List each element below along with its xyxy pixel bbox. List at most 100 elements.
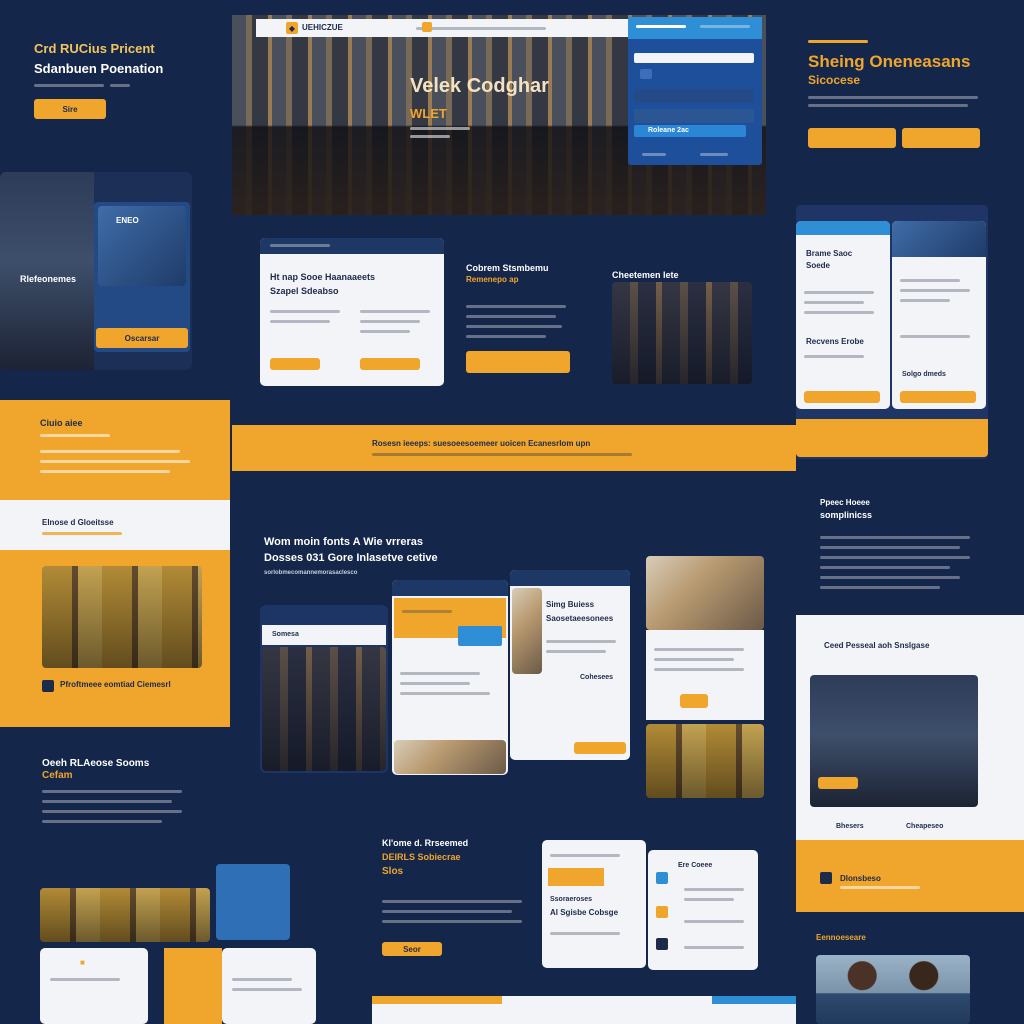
right-mid-heading-2: somplinicss — [820, 510, 873, 520]
bottom-center-heading-2: DEIRLS Sobiecrae — [382, 852, 461, 862]
orange-banner-text: Rosesn ieeeps: suesoeesoemeer uoicen Eca… — [372, 439, 591, 448]
center-card-2-button[interactable] — [466, 351, 570, 373]
center-card-3-heading: Cheetemen lete — [612, 270, 679, 280]
left-orange-heading: Ciuio aiee — [40, 418, 83, 428]
center-card-1-button-1[interactable] — [270, 358, 320, 370]
left-orange-strip: Elnose d Gloeitsse — [0, 500, 230, 550]
bottom-device-card-2 — [222, 948, 316, 1024]
bottom-center-card-title: Ssoraeroses — [550, 896, 593, 903]
right-white-caption-1: Bhesers — [836, 823, 864, 830]
truck-image — [0, 172, 94, 370]
center-mid-headline-2: Dosses 031 Gore Inlasetve cetive — [264, 552, 438, 564]
right-orange-strip-text: Dlonsbeso — [840, 874, 881, 883]
form-field-3[interactable] — [634, 89, 754, 103]
device-card-4-image-2 — [646, 724, 764, 798]
bottom-left-heading: Oeeh RLAeose Sooms — [42, 758, 150, 769]
device-card-4-image — [646, 556, 764, 630]
hero-nav-brand: UEHICZUE — [302, 23, 343, 32]
bottom-center-card-2: Ere Coeee — [648, 850, 758, 970]
left-mobile-label: Rlefeonemes — [20, 274, 77, 284]
right-orange-strip: Dlonsbeso — [796, 840, 1024, 912]
bottom-center-card-1: Ssoraeroses Al Sgisbe Cobsge — [542, 840, 646, 968]
hero-section: ◆ UEHICZUE Velek Codghar WLET Roleane 2a… — [232, 15, 766, 215]
left-orange-section: Ciuio aiee Elnose d Gloeitsse Pfroftmeee… — [0, 400, 230, 727]
top-left-section: Crd RUCius Pricent Sdanbuen Poenation Si… — [0, 0, 228, 150]
hero-subline: WLET — [410, 106, 447, 121]
center-card-1: Ht nap Sooe Haanaaeets Szapel Sdeabso — [260, 238, 444, 386]
form-field-4[interactable] — [634, 109, 754, 123]
top-left-button[interactable]: Sire — [34, 99, 106, 119]
bottom-center-card-sub: Al Sgisbe Cobsge — [550, 908, 619, 917]
orange-banner: Rosesn ieeeps: suesoeesoemeer uoicen Eca… — [232, 425, 796, 471]
nav-icon[interactable] — [422, 22, 432, 32]
top-right-section: Sheing Oneneasans Sicocese — [796, 30, 1024, 150]
center-card-1-button-2[interactable] — [360, 358, 420, 370]
device-card-3: Simg Buiess Saosetaeesonees Cohesees — [510, 570, 630, 760]
bottom-left-devices: ■ — [40, 860, 320, 1024]
device-card-1: Somesa — [260, 605, 388, 773]
right-cards-section: Brame Saoc Soede Recvens Erobe Solgo dme… — [796, 205, 988, 459]
right-white-caption-2: Cheapeseo — [906, 823, 944, 830]
bottom-device-image — [40, 888, 210, 942]
people-image — [816, 955, 970, 1024]
center-mid-caption: sorlobmecomannemorasaclesco — [264, 570, 358, 576]
right-card-1-heading: Brame Saoc — [806, 249, 853, 258]
center-card-3: Cheetemen lete — [608, 262, 752, 384]
bottom-center-button[interactable]: Seor — [382, 942, 442, 956]
caption-icon — [42, 680, 54, 692]
mobile-device: ENEO Oscarsar — [94, 202, 190, 352]
hero-headline: Velek Codghar — [410, 75, 549, 97]
right-mid-section: Ppeec Hoeee somplinicss — [796, 490, 1024, 610]
center-card-2-heading: Cobrem Stsmbemu — [466, 263, 549, 273]
device-card-3-button[interactable] — [574, 742, 626, 754]
right-card-1-sub: Recvens Erobe — [806, 337, 864, 346]
bottom-left-heading-2: Cefam — [42, 770, 73, 781]
right-card-2-link[interactable]: Solgo dmeds — [902, 371, 946, 379]
center-card-3-image — [612, 282, 752, 384]
center-card-1-sub: Szapel Sdeabso — [270, 286, 339, 296]
top-right-title: Sheing Oneneasans — [808, 52, 971, 71]
top-right-subtitle: Sicocese — [808, 73, 861, 87]
device-card-2-button[interactable] — [458, 626, 502, 646]
right-card-2-button[interactable] — [900, 391, 976, 403]
left-orange-strip-text: Elnose d Gloeitsse — [42, 518, 114, 527]
logo-icon: ◆ — [286, 22, 298, 34]
device-card-1-image — [262, 647, 386, 771]
center-card-1-heading: Ht nap Sooe Haanaaeets — [270, 272, 376, 282]
strip-icon — [820, 872, 832, 884]
right-white-heading: Ceed Pesseal aoh Snslgase — [824, 641, 930, 650]
hero-nav: ◆ UEHICZUE — [256, 19, 628, 37]
bottom-right-label: Eennoeseare — [816, 933, 866, 942]
top-left-title: Crd RUCius Pricent — [34, 41, 155, 56]
left-mobile-button[interactable]: Oscarsar — [96, 328, 188, 348]
form-submit[interactable]: Roleane 2ac — [634, 125, 746, 137]
device-card-3-label-3: Cohesees — [580, 674, 614, 681]
center-mid-headline: Wom moin fonts A Wie vrreras — [264, 536, 424, 548]
bottom-right-section: Eennoeseare — [800, 925, 1024, 1024]
warehouse-image — [42, 566, 202, 668]
bottom-center-heading: Kl'ome d. Rrseemed — [382, 838, 469, 848]
device-card-3-label-2: Saosetaeesonees — [546, 614, 614, 623]
form-field-1[interactable] — [634, 53, 754, 63]
bottom-center-heading-3: Slos — [382, 866, 404, 877]
right-card-1-button[interactable] — [804, 391, 880, 403]
left-mobile-section: Rlefeonemes ENEO Oscarsar — [0, 172, 192, 370]
left-orange-caption: Pfroftmeee eomtiad Ciemesrl — [60, 680, 171, 689]
device-card-4-button[interactable] — [680, 694, 708, 708]
top-left-subtitle: Sdanbuen Poenation — [34, 61, 164, 76]
right-white-section: Ceed Pesseal aoh Snslgase Bhesers Cheape… — [796, 615, 1024, 840]
top-right-button-2[interactable] — [902, 128, 980, 148]
hero-form-panel: Roleane 2ac — [628, 17, 762, 165]
center-card-2: Cobrem Stsmbemu Remenepo ap — [462, 255, 574, 381]
mobile-badge: ENEO — [116, 216, 139, 225]
right-white-button[interactable] — [818, 777, 858, 789]
bottom-left-section: Oeeh RLAeose Sooms Cefam — [0, 750, 230, 850]
center-card-2-sub: Remenepo ap — [466, 275, 519, 284]
device-card-4 — [646, 556, 766, 806]
right-card-1-heading-2: Soede — [806, 261, 831, 270]
bottom-center-section: Kl'ome d. Rrseemed DEIRLS Sobiecrae Slos… — [380, 830, 540, 970]
top-right-button-1[interactable] — [808, 128, 896, 148]
device-card-2-image — [394, 740, 506, 774]
device-card-2 — [392, 580, 508, 775]
form-field-2[interactable] — [640, 69, 652, 79]
